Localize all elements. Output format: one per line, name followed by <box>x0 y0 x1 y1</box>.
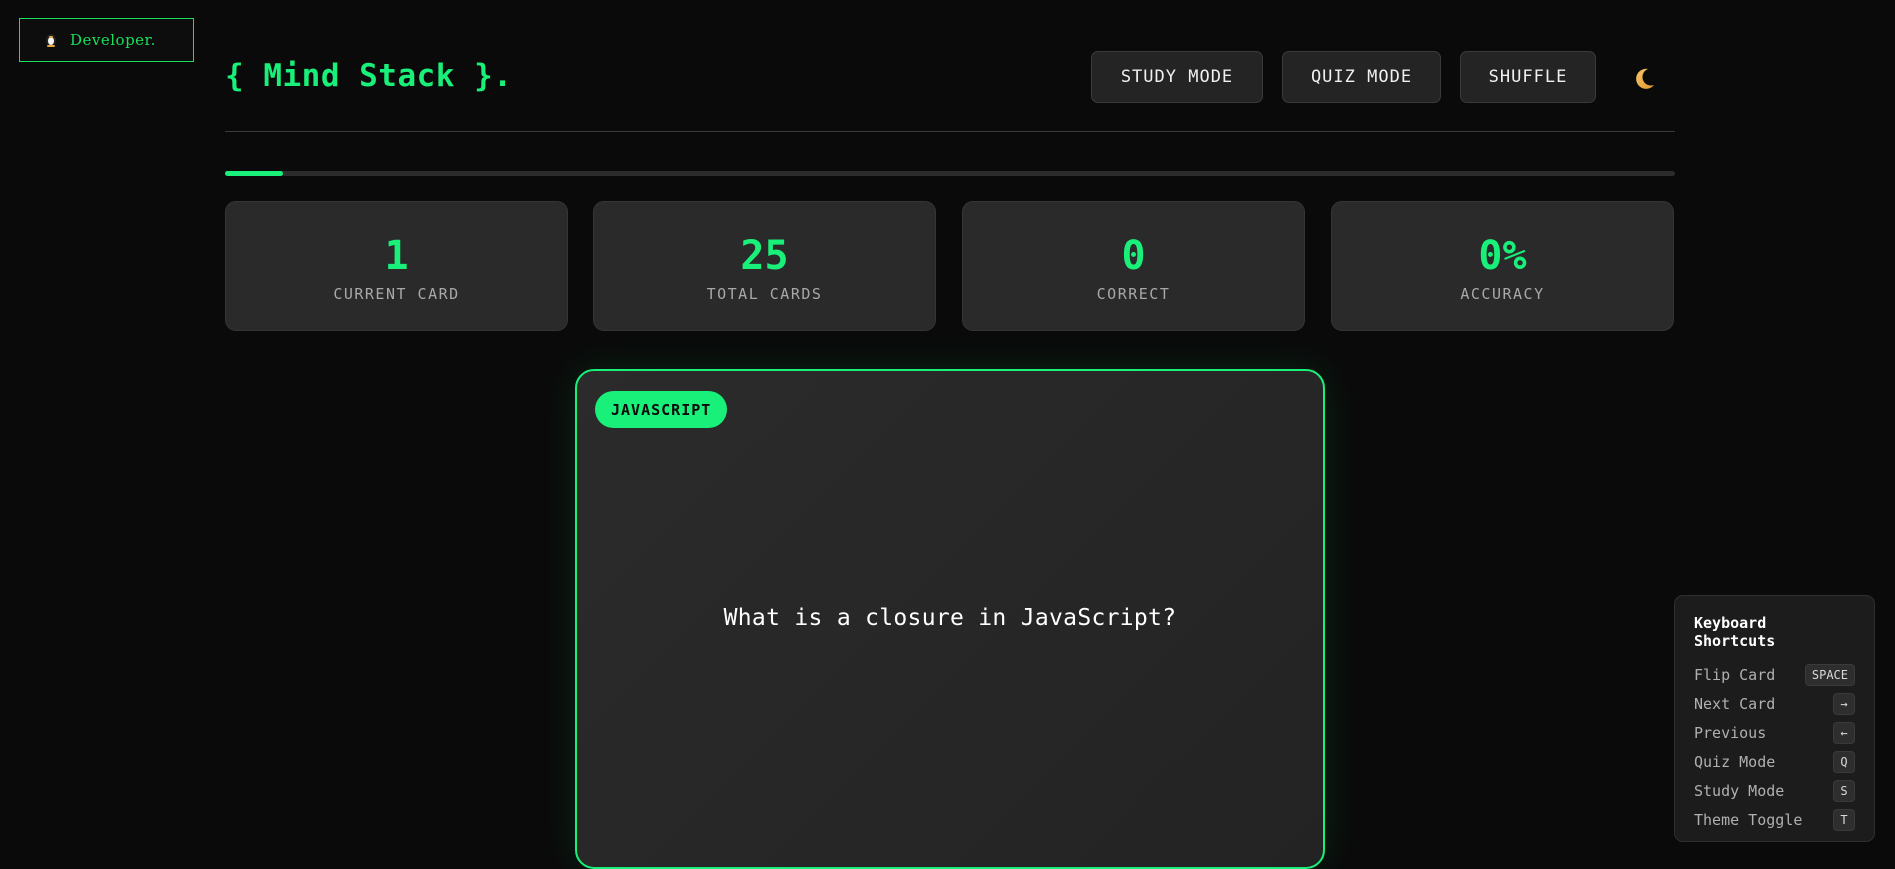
quiz-mode-button[interactable]: QUIZ MODE <box>1282 51 1441 103</box>
shortcut-key: SPACE <box>1804 663 1855 686</box>
card-question: What is a closure in JavaScript? <box>723 605 1177 631</box>
shortcut-label: Next Card <box>1694 694 1776 713</box>
shortcut-label: Flip Card <box>1694 665 1776 684</box>
shortcut-row: Quiz Mode Q <box>1694 747 1855 776</box>
keyboard-shortcuts-panel: Keyboard Shortcuts Flip Card SPACE Next … <box>1674 595 1875 842</box>
stat-label: CORRECT <box>1096 285 1171 303</box>
stat-label: TOTAL CARDS <box>706 285 823 303</box>
stat-total-cards: 25 TOTAL CARDS <box>593 201 936 331</box>
shortcut-label: Study Mode <box>1694 781 1785 800</box>
shortcut-label: Previous <box>1694 723 1767 742</box>
moon-icon[interactable] <box>1631 66 1657 92</box>
developer-badge-label: Developer. <box>70 31 156 49</box>
shortcut-row: Previous ← <box>1694 718 1855 747</box>
penguin-icon <box>44 33 58 47</box>
flashcard[interactable]: JAVASCRIPT What is a closure in JavaScri… <box>575 369 1325 869</box>
progress-fill <box>225 171 283 176</box>
shortcut-label: Quiz Mode <box>1694 752 1776 771</box>
shortcut-key: ← <box>1833 721 1855 744</box>
stat-current-card: 1 CURRENT CARD <box>225 201 568 331</box>
stat-label: CURRENT CARD <box>333 285 460 303</box>
stat-label: ACCURACY <box>1460 285 1545 303</box>
shortcut-row: Next Card → <box>1694 689 1855 718</box>
stat-correct: 0 CORRECT <box>962 201 1305 331</box>
header-divider <box>225 131 1675 132</box>
shortcut-label: Theme Toggle <box>1694 810 1803 829</box>
app-logo: { Mind Stack }. <box>225 58 513 94</box>
stat-value: 0 <box>1121 233 1146 279</box>
shortcuts-title: Keyboard Shortcuts <box>1694 614 1776 650</box>
shortcut-row: Flip Card SPACE <box>1694 660 1855 689</box>
developer-badge[interactable]: Developer. <box>19 18 194 62</box>
stat-value: 0% <box>1478 233 1527 279</box>
stat-value: 1 <box>384 233 409 279</box>
stat-value: 25 <box>740 233 789 279</box>
progress-bar <box>225 171 1675 176</box>
shuffle-button[interactable]: SHUFFLE <box>1460 51 1596 103</box>
stat-accuracy: 0% ACCURACY <box>1331 201 1674 331</box>
shortcut-row: Theme Toggle T <box>1694 805 1855 834</box>
shortcut-key: Q <box>1833 750 1855 773</box>
shortcut-key: T <box>1833 808 1855 831</box>
shortcut-key: → <box>1833 692 1855 715</box>
shortcut-key: S <box>1833 779 1855 802</box>
study-mode-button[interactable]: STUDY MODE <box>1091 51 1263 103</box>
shortcut-row: Study Mode S <box>1694 776 1855 805</box>
card-category-tag: JAVASCRIPT <box>595 391 728 428</box>
